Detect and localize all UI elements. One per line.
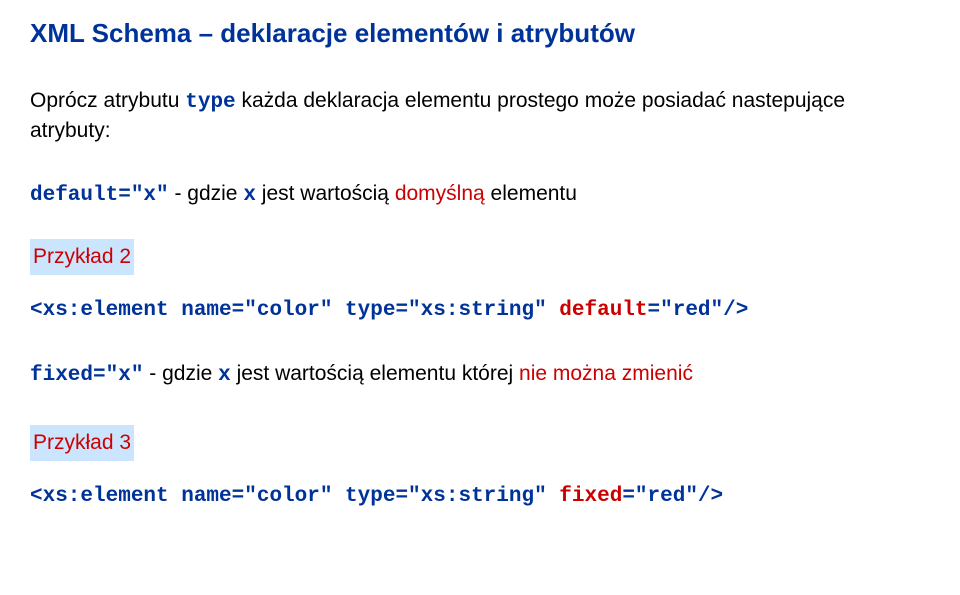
intro-code-type: type (185, 91, 235, 114)
default-text-3: elementu (485, 182, 577, 205)
fixed-text-2: jest wartością elementu której (231, 362, 519, 385)
example-2-prefix: <xs:element name="color" type="xs:string… (30, 299, 559, 322)
example-2-suffix: ="red"/> (648, 299, 749, 322)
fixed-text-1: - gdzie (143, 362, 218, 385)
default-attribute-description: default="x" - gdzie x jest wartością dom… (30, 180, 930, 209)
example-2-label: Przykład 2 (30, 239, 134, 275)
example-3-attr: fixed (559, 485, 622, 508)
fixed-attribute-description: fixed="x" - gdzie x jest wartością eleme… (30, 360, 930, 389)
example-3-label: Przykład 3 (30, 425, 134, 461)
example-3-suffix: ="red"/> (622, 485, 723, 508)
intro-text-1: Oprócz atrybutu (30, 89, 185, 112)
default-var-x: x (243, 184, 256, 207)
fixed-emphasis: nie można zmienić (519, 362, 693, 385)
default-code: default="x" (30, 184, 169, 207)
default-emphasis: domyślną (395, 182, 485, 205)
page-title: XML Schema – deklaracje elementów i atry… (30, 18, 930, 49)
example-3-prefix: <xs:element name="color" type="xs:string… (30, 485, 559, 508)
default-text-2: jest wartością (256, 182, 395, 205)
example-2-attr: default (559, 299, 647, 322)
example-3-code: <xs:element name="color" type="xs:string… (30, 485, 930, 508)
intro-paragraph: Oprócz atrybutu type każda deklaracja el… (30, 87, 930, 146)
fixed-code: fixed="x" (30, 364, 143, 387)
fixed-var-x: x (218, 364, 231, 387)
example-2-code: <xs:element name="color" type="xs:string… (30, 299, 930, 322)
default-text-1: - gdzie (169, 182, 244, 205)
